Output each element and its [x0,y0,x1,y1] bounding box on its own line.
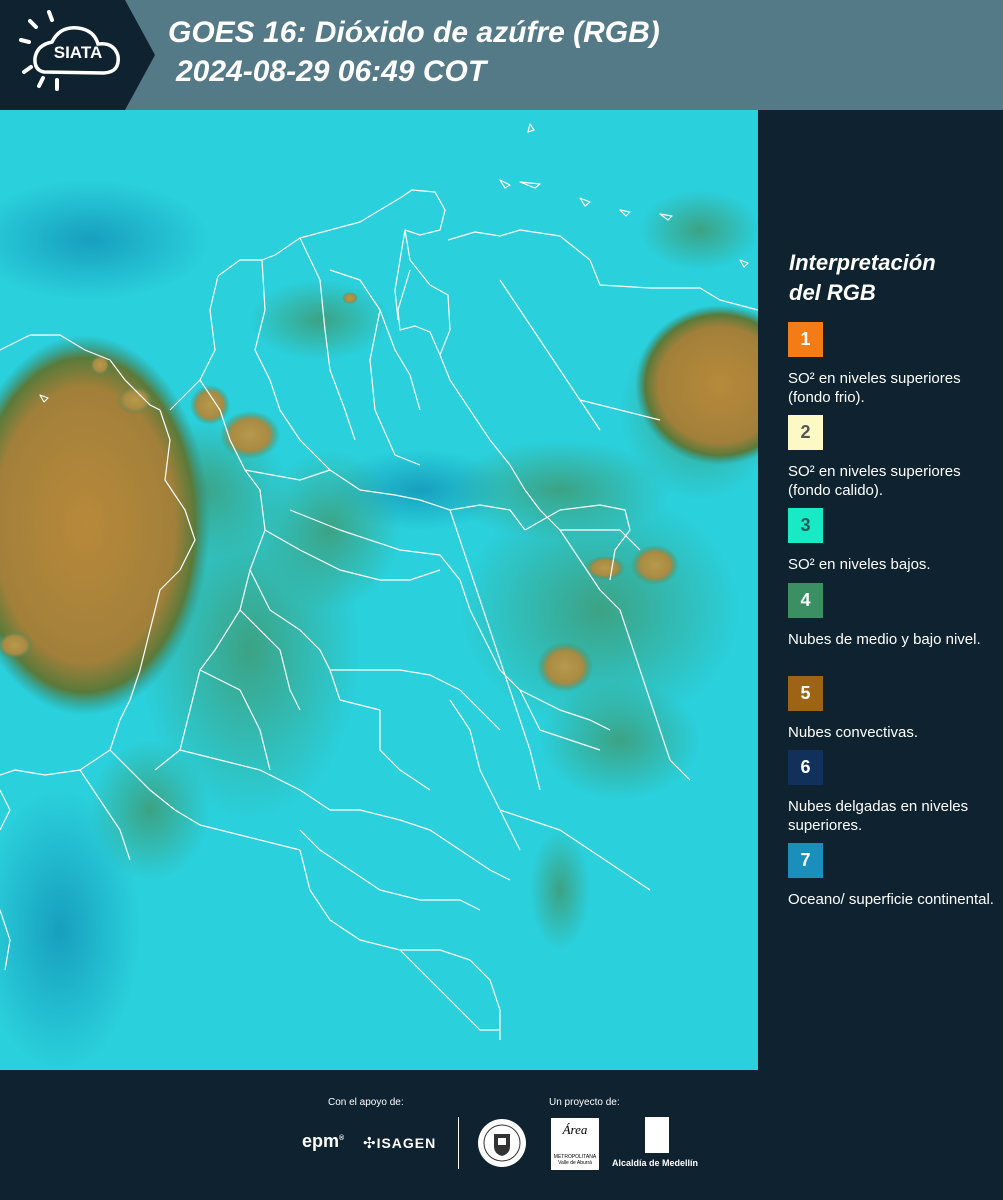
legend-item-1: 1 SO² en niveles superiores (fondo frio)… [788,322,998,407]
legend-item-6: 6 Nubes delgadas en niveles superiores. [788,750,998,835]
legend-label: SO² en niveles superiores (fondo calido)… [788,463,961,499]
product-title: GOES 16: Dióxido de azúfre (RGB) [168,16,660,49]
legend-label: Nubes de medio y bajo nivel. [788,631,981,648]
project-caption: Un proyecto de: [549,1097,620,1108]
alcaldia-emblem-icon [645,1117,669,1153]
legend-item-3: 3 SO² en niveles bajos. [788,508,998,574]
area-logo-subtext: METROPOLITANA Valle de Aburrá [553,1154,597,1166]
legend-label: Nubes delgadas en niveles superiores. [788,798,969,834]
siata-logo: SIATA [0,0,155,110]
legend-label: SO² en niveles superiores (fondo frio). [788,370,961,406]
isagen-mark-icon: ✣ [363,1135,377,1152]
header-bar: SIATA GOES 16: Dióxido de azúfre (RGB) 2… [0,0,1003,110]
epm-logo: epm® [302,1131,345,1151]
legend-swatch: 2 [788,415,823,450]
legend-swatch: 4 [788,583,823,618]
legend-label: SO² en niveles bajos. [788,556,931,573]
legend-label: Nubes convectivas. [788,724,919,741]
rgb-legend: Interpretación del RGB 1 SO² en niveles … [758,110,1003,1070]
legend-title-line1: Interpretación [789,250,936,275]
legend-item-5: 5 Nubes convectivas. [788,676,998,742]
footer: Con el apoyo de: Un proyecto de: epm® ✣I… [0,1070,1003,1200]
isagen-logo: ✣ISAGEN [363,1135,437,1152]
satellite-map [0,110,758,1070]
legend-item-7: 7 Oceano/ superficie continental. [788,843,998,909]
legend-swatch: 7 [788,843,823,878]
legend-item-2: 2 SO² en niveles superiores (fondo calid… [788,415,998,500]
footer-divider [458,1117,459,1169]
alcaldia-logo-text: Alcaldía de Medellín [612,1158,699,1168]
legend-swatch: 5 [788,676,823,711]
product-timestamp: 2024-08-29 06:49 COT [176,55,487,88]
area-logo-text: Área [562,1122,588,1137]
siata-logo-text: SIATA [53,43,103,62]
medellin-seal-logo [478,1119,526,1167]
legend-title: Interpretación del RGB [789,248,989,308]
legend-label: Oceano/ superficie continental. [788,891,994,908]
support-caption: Con el apoyo de: [328,1097,404,1108]
legend-title-line2: del RGB [789,280,876,305]
legend-item-4: 4 Nubes de medio y bajo nivel. [788,583,998,649]
legend-swatch: 1 [788,322,823,357]
legend-swatch: 6 [788,750,823,785]
legend-swatch: 3 [788,508,823,543]
